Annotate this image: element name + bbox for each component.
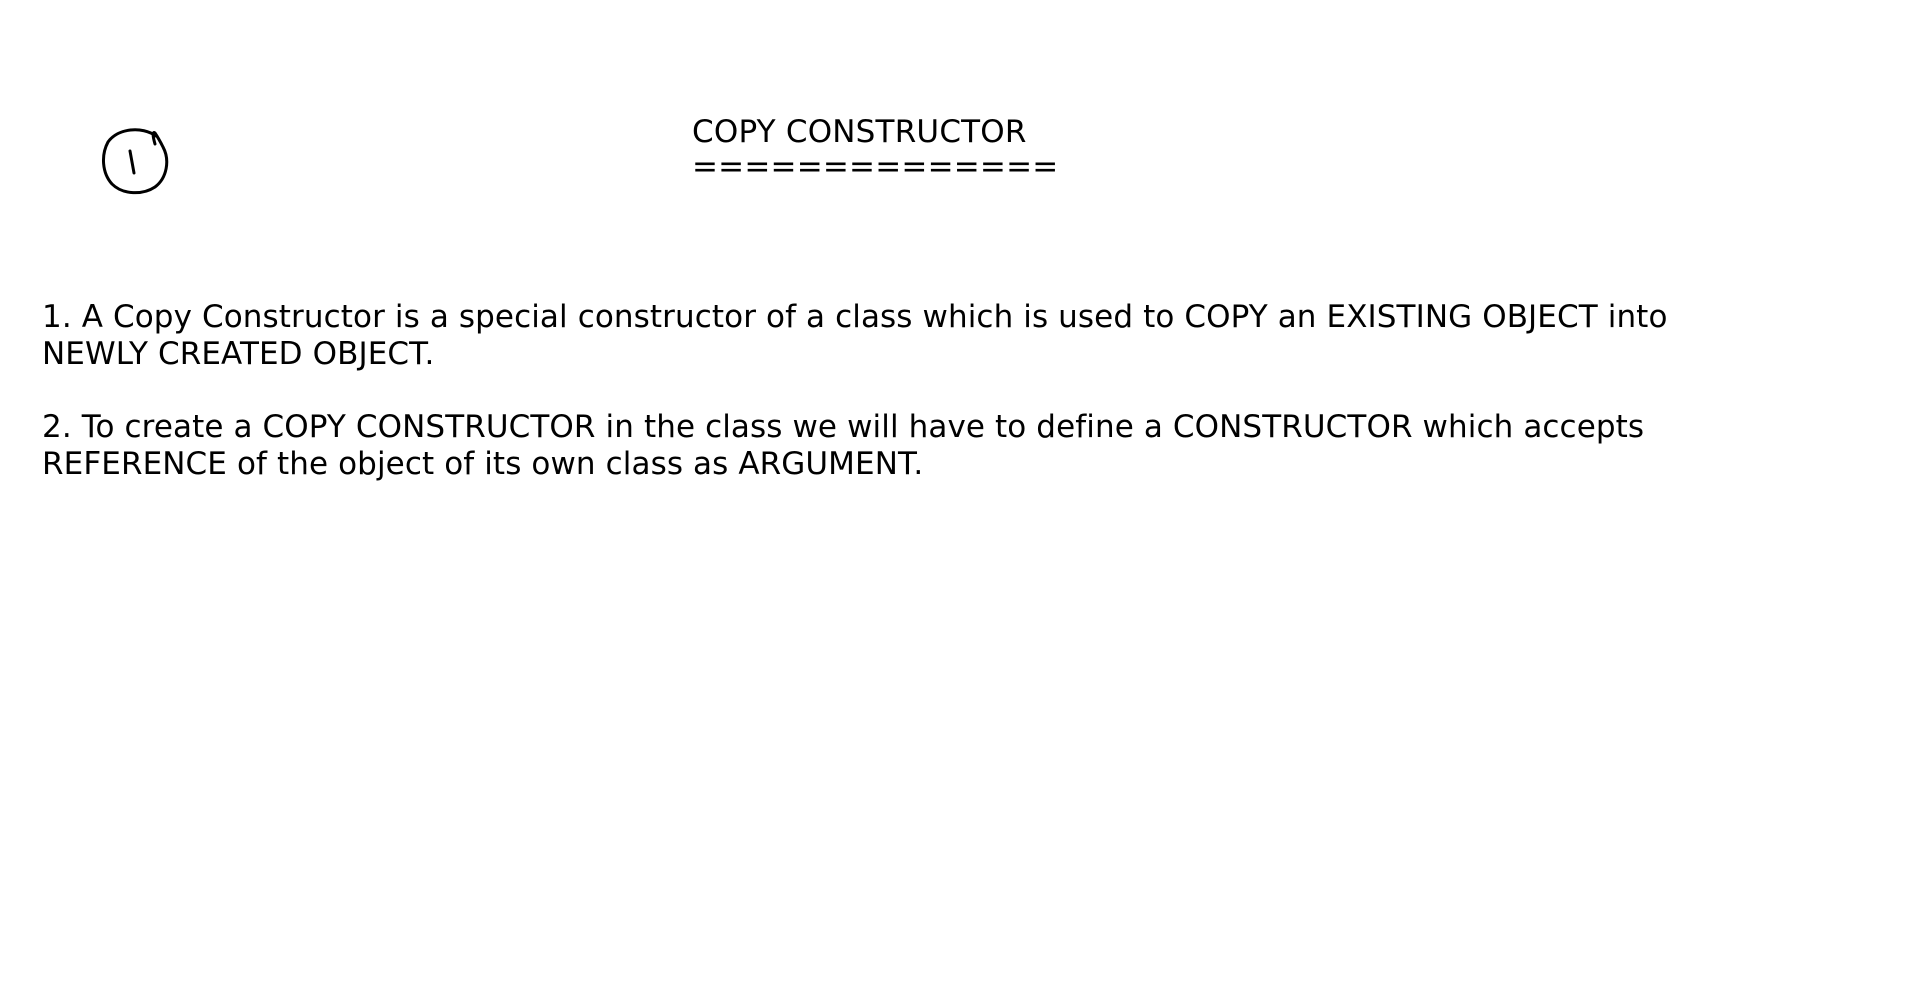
points-list: 1. A Copy Constructor is a special const… <box>42 299 1802 519</box>
point-2-line-2: REFERENCE of the object of its own class… <box>42 446 924 482</box>
point-2-line-1: 2. To create a COPY CONSTRUCTOR in the c… <box>42 409 1645 445</box>
handwritten-circled-number-icon <box>102 128 169 195</box>
page-title: COPY CONSTRUCTOR <box>692 114 1027 150</box>
point-2: 2. To create a COPY CONSTRUCTOR in the c… <box>42 409 1802 483</box>
title-block: COPY CONSTRUCTOR ============== <box>692 112 1059 185</box>
document-page: COPY CONSTRUCTOR ============== 1. A Cop… <box>0 0 1920 991</box>
title-underline: ============== <box>692 149 1059 185</box>
point-1-line-2: NEWLY CREATED OBJECT. <box>42 336 435 372</box>
point-1-line-1: 1. A Copy Constructor is a special const… <box>42 299 1668 335</box>
point-1: 1. A Copy Constructor is a special const… <box>42 299 1802 373</box>
